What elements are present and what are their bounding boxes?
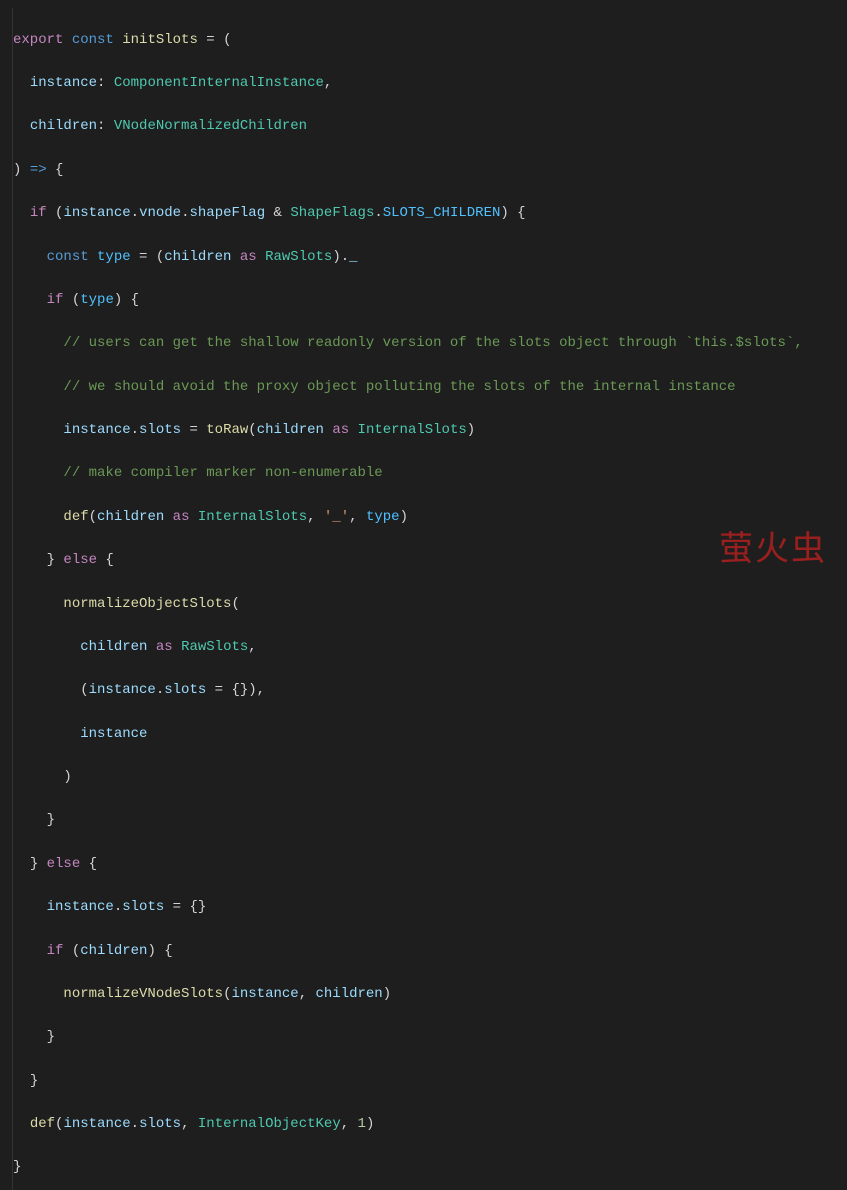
code-line: } [13, 810, 835, 832]
code-line: instance [13, 724, 835, 746]
code-line: export const initSlots = ( [13, 30, 835, 52]
code-line: } else { [13, 854, 835, 876]
code-line: } else { [13, 550, 835, 572]
code-line: ) => { [13, 160, 835, 182]
code-line: normalizeVNodeSlots(instance, children) [13, 984, 835, 1006]
code-line: // we should avoid the proxy object poll… [13, 377, 835, 399]
code-line: children: VNodeNormalizedChildren [13, 116, 835, 138]
code-line: normalizeObjectSlots( [13, 594, 835, 616]
code-line: instance.slots = {} [13, 897, 835, 919]
code-line: } [13, 1027, 835, 1049]
code-line: } [13, 1157, 835, 1179]
code-line: def(instance.slots, InternalObjectKey, 1… [13, 1114, 835, 1136]
code-line: (instance.slots = {}), [13, 680, 835, 702]
code-line: ) [13, 767, 835, 789]
code-line: children as RawSlots, [13, 637, 835, 659]
code-line: const type = (children as RawSlots)._ [13, 247, 835, 269]
code-line: } [13, 1071, 835, 1093]
code-line: instance: ComponentInternalInstance, [13, 73, 835, 95]
code-line: // make compiler marker non-enumerable [13, 463, 835, 485]
code-line: if (type) { [13, 290, 835, 312]
code-line: instance.slots = toRaw(children as Inter… [13, 420, 835, 442]
code-line: if (children) { [13, 941, 835, 963]
code-line: if (instance.vnode.shapeFlag & ShapeFlag… [13, 203, 835, 225]
code-editor: export const initSlots = ( instance: Com… [12, 8, 835, 1190]
code-line: // users can get the shallow readonly ve… [13, 333, 835, 355]
code-line: def(children as InternalSlots, '_', type… [13, 507, 835, 529]
